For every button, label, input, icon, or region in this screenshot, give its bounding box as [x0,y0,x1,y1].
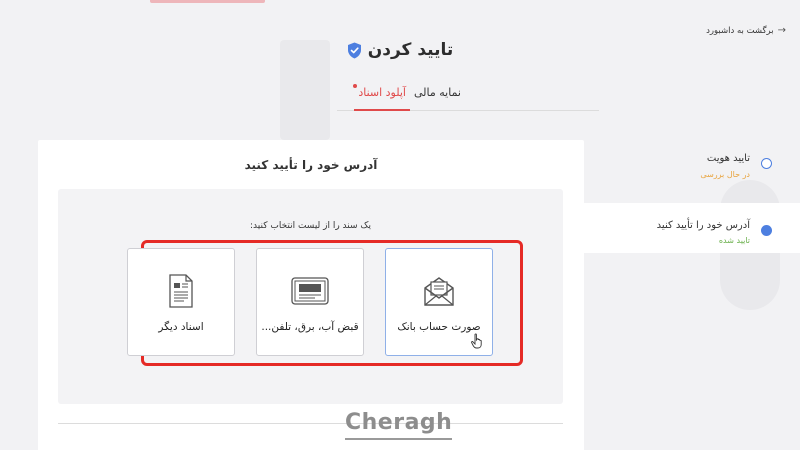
back-link-label: برگشت به داشبورد [706,25,774,36]
tab-financial-profile[interactable]: نمایه مالی [414,86,461,99]
step-address-verification[interactable]: آدرس خود را تأیید کنید تایید شده [584,203,800,253]
page-title: تایید کردن [0,40,800,60]
address-verification-panel: آدرس خود را تأیید کنید یک سند را از لیست… [38,140,584,450]
panel-title: آدرس خود را تأیید کنید [244,158,378,172]
top-accent-bar [150,0,265,3]
option-label: اسناد دیگر [158,321,204,333]
hand-cursor-icon [471,333,482,349]
document-selection-box: یک سند را از لیست انتخاب کنید: صورت حساب… [58,189,563,404]
step-pending-circle-icon [761,158,772,169]
step-title: آدرس خود را تأیید کنید [656,220,750,231]
option-label: قبض آب، برق، تلفن... [261,321,359,333]
arrow-right-icon: → [777,25,786,36]
option-label: صورت حساب بانک [397,321,481,333]
select-document-prompt: یک سند را از لیست انتخاب کنید: [250,221,371,231]
step-active-circle-icon [761,225,772,236]
document-icon [167,273,195,309]
option-other-documents[interactable]: اسناد دیگر [127,248,235,356]
back-to-dashboard-link[interactable]: → برگشت به داشبورد [706,25,786,36]
tab-upload-documents[interactable]: آپلود اسناد [353,84,410,111]
step-status: تایید شده [718,236,750,245]
tab-label: نمایه مالی [414,86,461,99]
step-title: تایید هویت [706,153,750,164]
divider [58,423,563,424]
tab-label: آپلود اسناد [358,86,406,99]
step-status: در حال بررسی [700,170,750,179]
shield-check-icon [347,42,362,59]
tabs-bar: آپلود اسناد نمایه مالی [337,83,599,111]
page-title-text: تایید کردن [367,40,454,60]
option-bank-statement[interactable]: صورت حساب بانک [385,248,493,356]
notification-dot [353,84,358,88]
cheragh-watermark-logo: Cheragh [345,410,453,440]
step-identity-verification[interactable]: تایید هویت در حال بررسی [584,150,800,192]
bill-receipt-icon [291,273,329,309]
option-utility-bills[interactable]: قبض آب، برق، تلفن... [256,248,364,356]
envelope-document-icon [422,273,456,309]
